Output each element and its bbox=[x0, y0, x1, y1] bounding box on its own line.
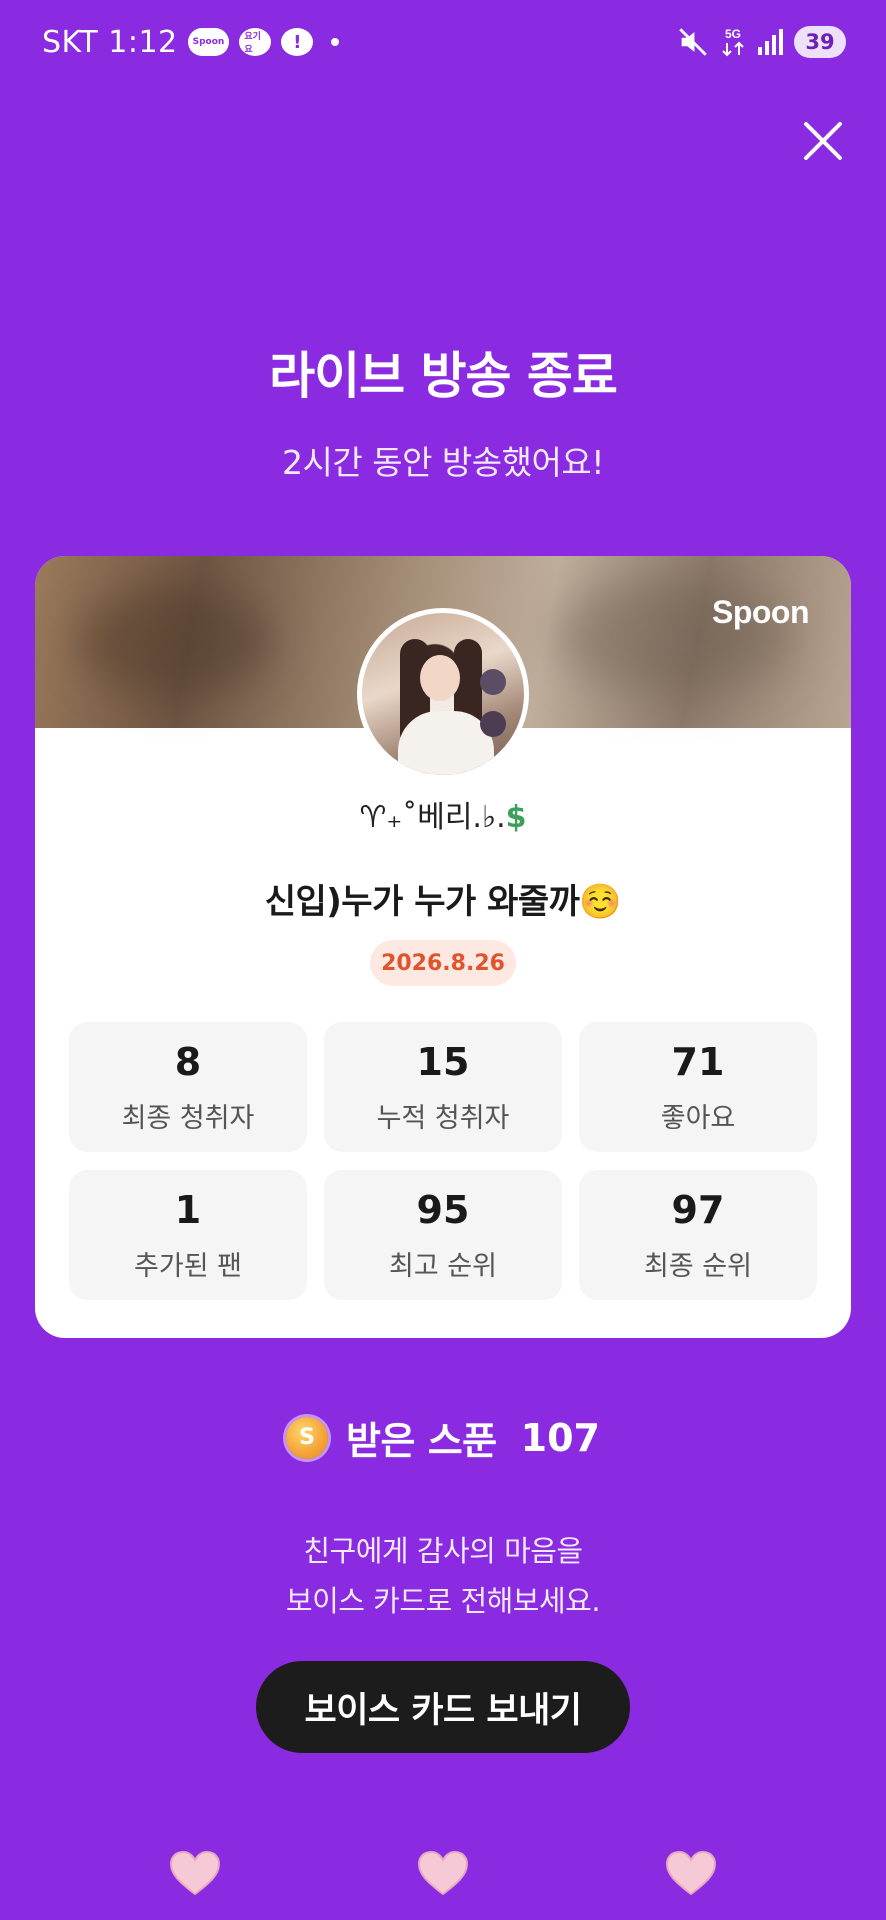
stat-value: 71 bbox=[671, 1039, 725, 1084]
broadcast-duration: 2시간 동안 방송했어요! bbox=[282, 443, 604, 482]
nickname-text: ♈₊˚베리.♭. bbox=[359, 800, 506, 835]
network-5g-icon: 5G bbox=[718, 25, 748, 59]
close-button[interactable] bbox=[800, 118, 846, 164]
voice-card-message-line: 보이스 카드로 전해보세요. bbox=[285, 1584, 601, 1618]
stat-likes: 71 좋아요 bbox=[579, 1022, 817, 1152]
stat-new-fans: 1 추가된 팬 bbox=[69, 1170, 307, 1300]
stat-label: 최고 순위 bbox=[389, 1250, 497, 1282]
stat-value: 1 bbox=[174, 1187, 202, 1232]
stat-value: 8 bbox=[174, 1039, 202, 1084]
avatar-face bbox=[420, 655, 460, 701]
close-icon bbox=[804, 122, 842, 160]
stat-best-rank: 95 최고 순위 bbox=[324, 1170, 562, 1300]
voice-card-message-line: 친구에게 감사의 마음을 bbox=[303, 1534, 583, 1568]
status-bar-right: 5G 39 bbox=[676, 25, 846, 59]
avatar-bubble bbox=[480, 711, 506, 737]
stat-total-listeners: 15 누적 청취자 bbox=[324, 1022, 562, 1152]
stat-value: 15 bbox=[416, 1039, 470, 1084]
dj-nickname: ♈₊˚베리.♭.$ bbox=[35, 792, 851, 836]
voice-card-message: 친구에게 감사의 마음을 보이스 카드로 전해보세요. bbox=[0, 1526, 886, 1626]
more-notifications-dot bbox=[331, 38, 340, 46]
page-title: 라이브 방송 종료 bbox=[269, 347, 618, 405]
spoon-app-icon: Spoon bbox=[187, 28, 230, 56]
stat-label: 누적 청취자 bbox=[376, 1102, 510, 1134]
stat-label: 추가된 팬 bbox=[134, 1250, 242, 1282]
broadcast-summary-card: Spoon ♈₊˚베리.♭.$ 신입)누가 누가 와줄까☺️ 2026.8.26… bbox=[35, 556, 851, 1338]
heart-icon bbox=[169, 1850, 221, 1896]
heart-icon bbox=[417, 1850, 469, 1896]
signal-icon bbox=[756, 27, 786, 57]
status-bar-left: SKT 1:12 Spoon 요기요 ! bbox=[42, 24, 340, 60]
stat-value: 95 bbox=[416, 1187, 470, 1232]
stat-value: 97 bbox=[671, 1187, 725, 1232]
stat-label: 좋아요 bbox=[660, 1102, 736, 1134]
network-type-label: 5G bbox=[725, 27, 741, 41]
yogiyo-app-icon: 요기요 bbox=[239, 28, 272, 56]
stat-final-listeners: 8 최종 청취자 bbox=[69, 1022, 307, 1152]
nickname-dollar-symbol: $ bbox=[505, 800, 527, 835]
spoon-logo: Spoon bbox=[711, 594, 810, 630]
carrier-time: SKT 1:12 bbox=[42, 24, 178, 60]
spoon-coin-icon: S bbox=[286, 1416, 329, 1459]
avatar bbox=[357, 608, 529, 780]
stats-grid: 8 최종 청취자 15 누적 청취자 71 좋아요 1 추가된 팬 95 최고 … bbox=[69, 1022, 817, 1300]
status-bar: SKT 1:12 Spoon 요기요 ! 5G 39 bbox=[0, 0, 886, 84]
avatar-bubble bbox=[480, 669, 506, 695]
stat-final-rank: 97 최종 순위 bbox=[579, 1170, 817, 1300]
banner-blur bbox=[75, 586, 275, 696]
send-voice-card-button[interactable]: 보이스 카드 보내기 bbox=[256, 1661, 630, 1753]
stat-label: 최종 청취자 bbox=[121, 1102, 255, 1134]
mute-icon bbox=[676, 25, 710, 59]
battery-indicator: 39 bbox=[794, 26, 846, 58]
heart-icon bbox=[665, 1850, 717, 1896]
live-title: 신입)누가 누가 와줄까☺️ bbox=[264, 882, 622, 922]
received-spoon-label: 받은 스푼 bbox=[346, 1419, 497, 1463]
received-spoon-count: 107 bbox=[520, 1415, 600, 1460]
received-spoon: S 받은 스푼 107 bbox=[0, 1410, 886, 1465]
stat-label: 최종 순위 bbox=[644, 1250, 752, 1282]
alert-notification-icon: ! bbox=[281, 28, 314, 56]
date-badge: 2026.8.26 bbox=[370, 940, 516, 986]
